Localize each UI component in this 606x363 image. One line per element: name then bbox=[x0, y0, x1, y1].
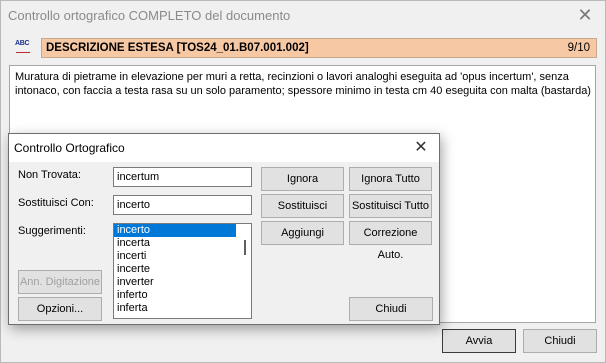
document-text: Muratura di pietrame in elevazione per m… bbox=[15, 71, 591, 97]
main-chiudi-button[interactable]: Chiudi bbox=[523, 329, 597, 353]
replace-with-input[interactable]: incerto bbox=[113, 195, 252, 215]
avvia-button[interactable]: Avvia bbox=[442, 329, 516, 353]
not-found-field[interactable]: incertum bbox=[113, 167, 252, 187]
ignora-tutto-button[interactable]: Ignora Tutto bbox=[349, 167, 432, 191]
suggestion-item[interactable]: incerto bbox=[114, 224, 236, 237]
description-title: DESCRIZIONE ESTESA [TOS24_01.B07.001.002… bbox=[46, 42, 309, 54]
replace-with-label: Sostituisci Con: bbox=[18, 197, 94, 209]
item-counter: 9/10 bbox=[567, 42, 590, 54]
ignora-button[interactable]: Ignora bbox=[261, 167, 344, 191]
not-found-label: Non Trovata: bbox=[18, 169, 81, 181]
aggiungi-button[interactable]: Aggiungi bbox=[261, 221, 344, 245]
description-bar: DESCRIZIONE ESTESA [TOS24_01.B07.001.002… bbox=[41, 38, 597, 58]
suggestion-item[interactable]: inferta bbox=[114, 302, 236, 315]
suggestion-item[interactable]: inverter bbox=[114, 276, 236, 289]
sostituisci-button[interactable]: Sostituisci bbox=[261, 194, 344, 218]
main-titlebar: Controllo ortografico COMPLETO del docum… bbox=[1, 1, 605, 31]
spellcheck-dialog: Controllo Ortografico ✕ Non Trovata: inc… bbox=[8, 133, 440, 325]
spellcheck-abc-icon: ABC bbox=[15, 40, 33, 56]
main-close-icon[interactable]: ✕ bbox=[575, 5, 595, 25]
suggestion-item[interactable]: incerta bbox=[114, 237, 236, 250]
suggestions-scrollbar[interactable] bbox=[239, 224, 251, 318]
dialog-title: Controllo Ortografico bbox=[14, 141, 125, 155]
description-row: ABC DESCRIZIONE ESTESA [TOS24_01.B07.001… bbox=[15, 38, 597, 58]
main-window-title: Controllo ortografico COMPLETO del docum… bbox=[8, 8, 291, 23]
suggestion-item[interactable]: incerti bbox=[114, 250, 236, 263]
suggestion-item[interactable]: inferto bbox=[114, 289, 236, 302]
suggestions-list[interactable]: incerto incerta incerti incerte inverter… bbox=[113, 223, 252, 319]
scroll-thumb[interactable] bbox=[244, 240, 246, 255]
dialog-close-icon[interactable]: ✕ bbox=[411, 138, 431, 158]
sostituisci-tutto-button[interactable]: Sostituisci Tutto bbox=[349, 194, 432, 218]
dialog-chiudi-button[interactable]: Chiudi bbox=[349, 297, 433, 321]
dialog-titlebar: Controllo Ortografico ✕ bbox=[9, 134, 439, 162]
ann-digitazione-button[interactable]: Ann. Digitazione bbox=[18, 270, 102, 294]
suggestions-label: Suggerimenti: bbox=[18, 225, 86, 237]
opzioni-button[interactable]: Opzioni... bbox=[18, 297, 102, 321]
suggestion-item[interactable]: incerte bbox=[114, 263, 236, 276]
correzione-auto-button[interactable]: Correzione Auto. bbox=[349, 221, 432, 261]
